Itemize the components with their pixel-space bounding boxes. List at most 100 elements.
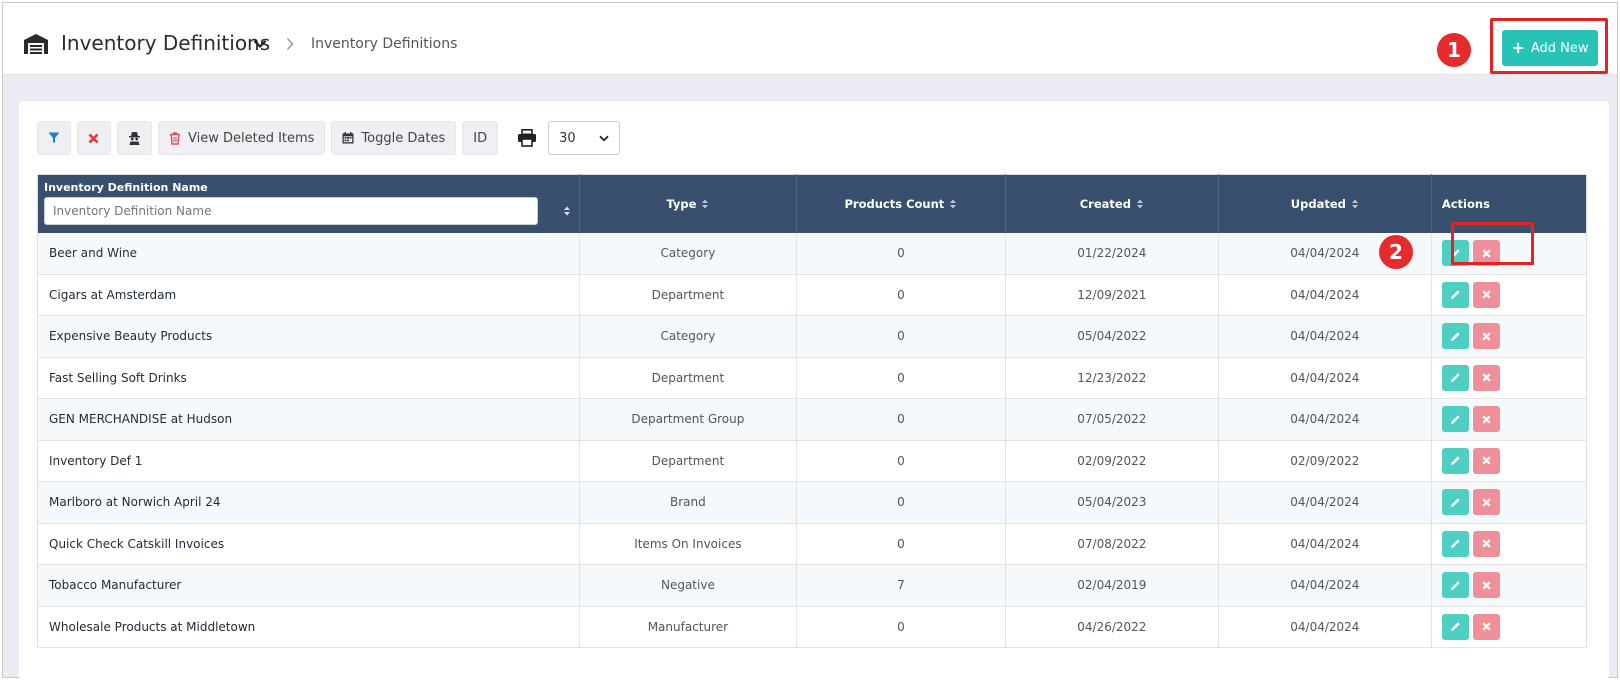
cell-name: Inventory Def 1 xyxy=(37,440,580,482)
sort-icon[interactable] xyxy=(563,205,571,217)
edit-button[interactable] xyxy=(1441,281,1469,308)
breadcrumb[interactable]: Inventory Definitions xyxy=(311,36,457,52)
cell-name: Quick Check Catskill Invoices xyxy=(37,523,580,565)
table-row[interactable]: Beer and Wine Category 0 01/22/2024 04/0… xyxy=(37,232,1587,275)
name-filter-input[interactable] xyxy=(44,197,538,225)
edit-button[interactable] xyxy=(1441,240,1469,266)
table-row[interactable]: Cigars at Amsterdam Department 0 12/09/2… xyxy=(37,274,1587,316)
pencil-icon xyxy=(1450,248,1460,258)
delete-button[interactable] xyxy=(1472,323,1500,350)
table-row[interactable]: Marlboro at Norwich April 24 Brand 0 05/… xyxy=(37,481,1587,524)
toggle-dates-button[interactable]: Toggle Dates xyxy=(331,121,457,155)
cell-name: GEN MERCHANDISE at Hudson xyxy=(37,398,580,441)
delete-button[interactable] xyxy=(1472,489,1500,516)
cell-created: 12/23/2022 xyxy=(1005,357,1219,399)
edit-button[interactable] xyxy=(1441,364,1469,391)
close-icon xyxy=(1482,622,1491,631)
column-header-updated[interactable]: Updated xyxy=(1218,174,1432,233)
delete-button[interactable] xyxy=(1472,572,1500,599)
cell-products-count: 0 xyxy=(796,315,1006,358)
cell-products-count: 0 xyxy=(796,606,1006,648)
add-new-button[interactable]: + Add New xyxy=(1502,30,1598,66)
table-header-row: Inventory Definition Name Type Products … xyxy=(37,174,1587,233)
column-header-products-count[interactable]: Products Count xyxy=(796,174,1006,233)
column-header-created[interactable]: Created xyxy=(1005,174,1219,233)
edit-button[interactable] xyxy=(1441,406,1469,433)
cell-type: Department xyxy=(579,440,797,482)
cell-updated: 04/04/2024 xyxy=(1218,481,1432,524)
delete-button[interactable] xyxy=(1472,406,1500,433)
cell-updated: 04/04/2024 xyxy=(1218,606,1432,648)
cell-created: 05/04/2022 xyxy=(1005,315,1219,358)
delete-button[interactable] xyxy=(1472,447,1500,474)
incognito-button[interactable] xyxy=(117,121,152,155)
edit-button[interactable] xyxy=(1441,530,1469,557)
annotation-badge-2: 2 xyxy=(1379,235,1413,269)
filter-button[interactable] xyxy=(37,121,71,155)
toggle-dates-label: Toggle Dates xyxy=(361,130,446,146)
cell-actions xyxy=(1431,232,1587,275)
pencil-icon xyxy=(1450,373,1460,383)
column-header-type[interactable]: Type xyxy=(579,174,797,233)
sort-icon xyxy=(702,199,709,209)
cell-actions xyxy=(1431,440,1587,482)
delete-button[interactable] xyxy=(1472,281,1500,308)
cell-name: Marlboro at Norwich April 24 xyxy=(37,481,580,524)
column-header-name[interactable]: Inventory Definition Name xyxy=(37,174,580,233)
cell-created: 07/05/2022 xyxy=(1005,398,1219,441)
edit-button[interactable] xyxy=(1441,447,1469,474)
view-deleted-button[interactable]: View Deleted Items xyxy=(158,121,326,155)
edit-button[interactable] xyxy=(1441,572,1469,599)
close-icon xyxy=(88,133,99,143)
cell-updated: 04/04/2024 xyxy=(1218,315,1432,358)
clear-filter-button[interactable] xyxy=(77,121,111,155)
delete-button[interactable] xyxy=(1472,613,1500,640)
table-row[interactable]: Expensive Beauty Products Category 0 05/… xyxy=(37,315,1587,358)
chevron-down-icon[interactable] xyxy=(253,39,267,49)
delete-button[interactable] xyxy=(1472,530,1500,557)
close-icon xyxy=(1482,332,1491,341)
calendar-icon xyxy=(342,132,354,144)
cell-name: Beer and Wine xyxy=(37,232,580,275)
cell-type: Negative xyxy=(579,564,797,607)
edit-button[interactable] xyxy=(1441,613,1469,640)
pencil-icon xyxy=(1450,498,1460,507)
cell-name: Wholesale Products at Middletown xyxy=(37,606,580,648)
cell-type: Items On Invoices xyxy=(579,523,797,565)
pencil-icon xyxy=(1450,290,1460,300)
edit-button[interactable] xyxy=(1441,489,1469,516)
delete-button[interactable] xyxy=(1472,364,1500,391)
edit-button[interactable] xyxy=(1441,323,1469,350)
cell-updated: 04/04/2024 xyxy=(1218,357,1432,399)
cell-type: Department xyxy=(579,274,797,316)
filter-icon xyxy=(48,132,60,143)
cell-actions xyxy=(1431,481,1587,524)
cell-name: Cigars at Amsterdam xyxy=(37,274,580,316)
cell-products-count: 0 xyxy=(796,398,1006,441)
id-label: ID xyxy=(473,130,488,146)
warehouse-icon xyxy=(24,34,48,54)
print-button[interactable] xyxy=(512,129,542,147)
table-row[interactable]: Wholesale Products at Middletown Manufac… xyxy=(37,606,1587,648)
cell-created: 01/22/2024 xyxy=(1005,232,1219,275)
close-icon xyxy=(1482,248,1491,258)
delete-button[interactable] xyxy=(1472,240,1500,266)
table-row[interactable]: Tobacco Manufacturer Negative 7 02/04/20… xyxy=(37,564,1587,607)
column-label-name: Inventory Definition Name xyxy=(44,181,208,194)
cell-updated: 04/04/2024 xyxy=(1218,398,1432,441)
id-toggle-button[interactable]: ID xyxy=(462,121,499,155)
cell-updated: 04/04/2024 xyxy=(1218,523,1432,565)
table-row[interactable]: Inventory Def 1 Department 0 02/09/2022 … xyxy=(37,440,1587,482)
page-size-select[interactable]: 30 xyxy=(548,121,621,155)
sort-icon xyxy=(1136,199,1143,209)
table-row[interactable]: GEN MERCHANDISE at Hudson Department Gro… xyxy=(37,398,1587,441)
column-label-updated: Updated xyxy=(1290,196,1346,211)
annotation-badge-1: 1 xyxy=(1437,33,1471,67)
column-label-created: Created xyxy=(1079,196,1131,211)
table-row[interactable]: Fast Selling Soft Drinks Department 0 12… xyxy=(37,357,1587,399)
table-row[interactable]: Quick Check Catskill Invoices Items On I… xyxy=(37,523,1587,565)
close-icon xyxy=(1482,290,1491,299)
close-icon xyxy=(1482,415,1491,424)
plus-icon: + xyxy=(1511,38,1525,57)
pencil-icon xyxy=(1450,622,1460,632)
